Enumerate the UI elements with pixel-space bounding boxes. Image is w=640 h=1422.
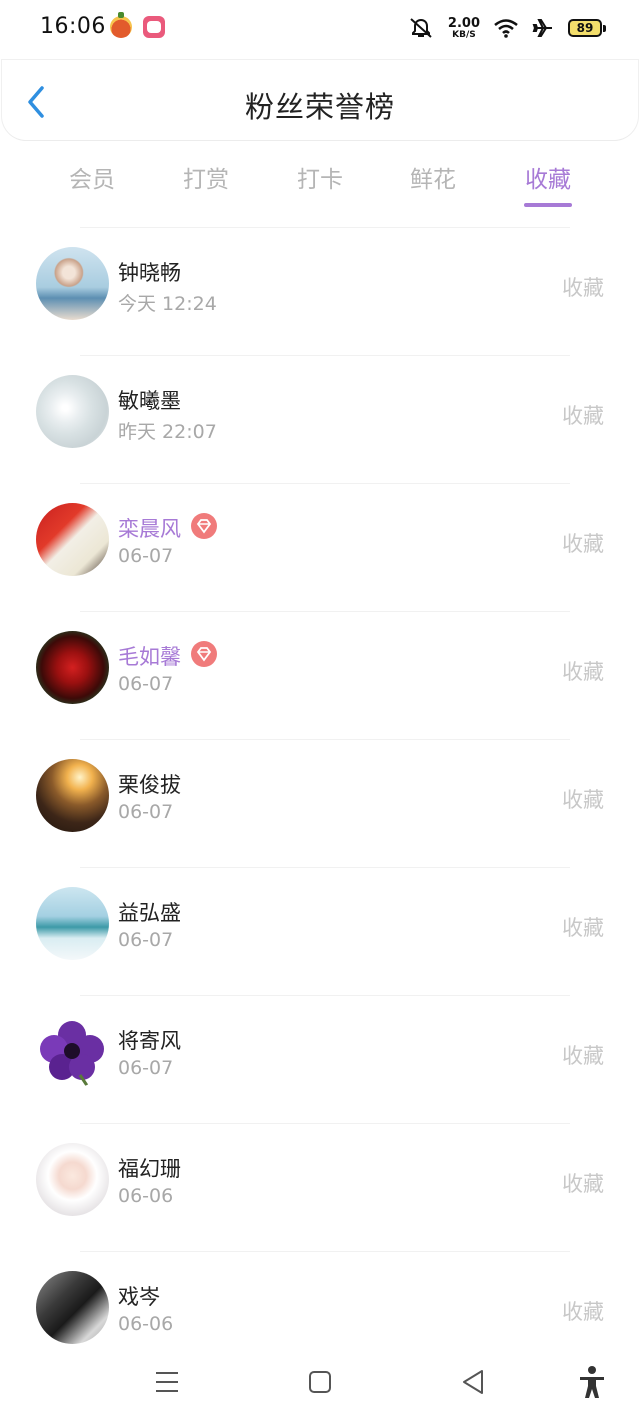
- diamond-icon: [191, 641, 217, 667]
- fan-row[interactable]: 毛如馨 06-07 收藏: [0, 611, 640, 739]
- fan-name: 栗俊拔: [118, 773, 181, 797]
- game-app-icon: [143, 16, 165, 38]
- menu-button[interactable]: [147, 1362, 187, 1402]
- back-triangle-icon: [463, 1370, 483, 1394]
- fan-time: 06-06: [118, 1185, 174, 1207]
- fan-name: 钟晓畅: [118, 261, 181, 285]
- avatar[interactable]: [36, 375, 109, 448]
- fan-time: 06-06: [118, 1313, 174, 1335]
- home-button[interactable]: [300, 1362, 340, 1402]
- status-time: 16:06: [40, 14, 106, 39]
- net-speed: 2.00 KB/S: [448, 17, 480, 40]
- system-nav-bar: [0, 1350, 640, 1422]
- tab-flower[interactable]: 鲜花: [393, 160, 473, 194]
- fan-action-label: 收藏: [562, 660, 604, 684]
- battery-icon: 89: [568, 19, 606, 37]
- avatar[interactable]: [36, 1015, 109, 1088]
- status-bar: 16:06 2.00 KB/S 89: [0, 0, 640, 58]
- fan-name: 将寄风: [118, 1029, 181, 1053]
- page-title: 粉丝荣誉榜: [244, 90, 395, 124]
- net-speed-unit: KB/S: [452, 29, 476, 40]
- avatar[interactable]: [36, 247, 109, 320]
- fan-row[interactable]: 钟晓畅 今天 12:24 收藏: [0, 227, 640, 355]
- tab-checkin[interactable]: 打卡: [280, 160, 360, 194]
- fan-name: 栾晨风: [118, 517, 181, 541]
- fan-name: 戏岑: [118, 1285, 160, 1309]
- fan-row[interactable]: 栗俊拔 06-07 收藏: [0, 739, 640, 867]
- avatar[interactable]: [36, 759, 109, 832]
- fan-time: 06-07: [118, 673, 174, 695]
- fan-row[interactable]: 福幻珊 06-06 收藏: [0, 1123, 640, 1251]
- fan-time: 今天 12:24: [118, 293, 217, 315]
- wifi-icon: [494, 19, 518, 38]
- tab-member[interactable]: 会员: [52, 160, 132, 194]
- fan-time: 06-07: [118, 929, 174, 951]
- status-indicators: 2.00 KB/S 89: [408, 13, 606, 43]
- tab-reward[interactable]: 打赏: [166, 160, 246, 194]
- menu-icon: [156, 1372, 178, 1392]
- net-speed-value: 2.00: [447, 15, 480, 31]
- fan-name: 福幻珊: [118, 1157, 181, 1181]
- airplane-icon: [532, 19, 552, 37]
- fan-action-label: 收藏: [562, 276, 604, 300]
- accessibility-button[interactable]: [572, 1362, 612, 1402]
- avatar[interactable]: [36, 503, 109, 576]
- fan-time: 06-07: [118, 1057, 174, 1079]
- mute-icon: [410, 18, 432, 38]
- fan-row[interactable]: 栾晨风 06-07 收藏: [0, 483, 640, 611]
- fan-row[interactable]: 益弘盛 06-07 收藏: [0, 867, 640, 995]
- fan-time: 06-07: [118, 545, 174, 567]
- flower-icon: [40, 1021, 104, 1088]
- fan-row[interactable]: 敏曦墨 昨天 22:07 收藏: [0, 355, 640, 483]
- notification-app-icon: [110, 12, 132, 38]
- avatar[interactable]: [36, 1271, 109, 1344]
- fan-time: 昨天 22:07: [118, 421, 217, 443]
- fan-name: 益弘盛: [118, 901, 181, 925]
- battery-level: 89: [576, 21, 594, 35]
- avatar[interactable]: [36, 1143, 109, 1216]
- fan-action-label: 收藏: [562, 532, 604, 556]
- fan-honor-page: 16:06 2.00 KB/S 89 粉丝荣誉榜 会员 打赏 打卡 鲜花 收藏 …: [0, 0, 640, 1422]
- fan-action-label: 收藏: [562, 788, 604, 812]
- fan-action-label: 收藏: [562, 1300, 604, 1324]
- fan-action-label: 收藏: [562, 1044, 604, 1068]
- active-tab-indicator: [524, 203, 572, 207]
- fan-action-label: 收藏: [562, 916, 604, 940]
- tab-bar: 会员 打赏 打卡 鲜花 收藏: [0, 150, 640, 208]
- back-nav-button[interactable]: [453, 1362, 493, 1402]
- fan-name: 敏曦墨: [118, 389, 181, 413]
- tab-favorite[interactable]: 收藏: [508, 160, 588, 194]
- fan-action-label: 收藏: [562, 1172, 604, 1196]
- avatar[interactable]: [36, 887, 109, 960]
- fan-time: 06-07: [118, 801, 174, 823]
- diamond-icon: [191, 513, 217, 539]
- fan-row[interactable]: 将寄风 06-07 收藏: [0, 995, 640, 1123]
- fan-name: 毛如馨: [118, 645, 181, 669]
- page-header: 粉丝荣誉榜: [2, 60, 638, 140]
- fan-action-label: 收藏: [562, 404, 604, 428]
- home-square-icon: [309, 1371, 331, 1393]
- avatar[interactable]: [36, 631, 109, 704]
- accessibility-icon: [580, 1366, 604, 1398]
